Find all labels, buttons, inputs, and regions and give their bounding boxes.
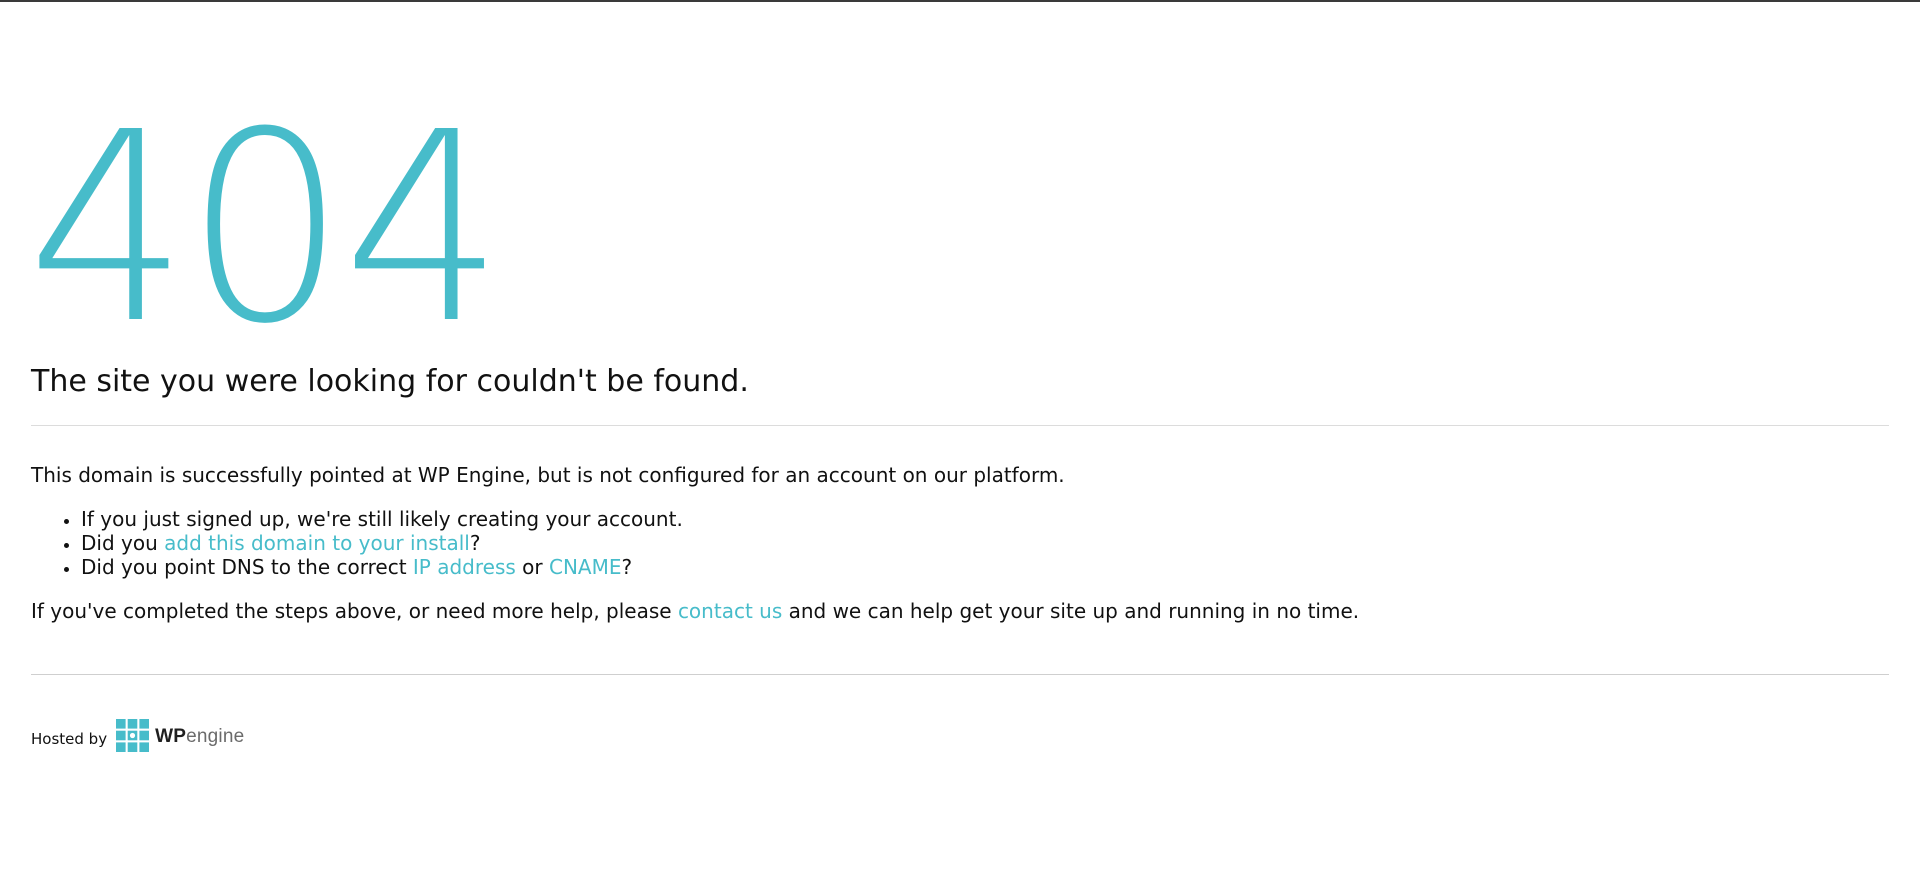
list-item-prefix: Did you point DNS to the correct [81, 555, 413, 579]
closing-prefix: If you've completed the steps above, or … [31, 599, 678, 623]
wpengine-wordmark: WPengine [155, 726, 244, 748]
list-item-suffix: ? [469, 531, 481, 555]
list-item-suffix: ? [621, 555, 633, 579]
add-domain-link[interactable]: add this domain to your install [164, 531, 470, 555]
list-item: Did you add this domain to your install? [81, 531, 683, 555]
list-item-prefix: Did you [81, 531, 165, 555]
closing-paragraph: If you've completed the steps above, or … [31, 599, 1359, 623]
hosted-by-label: Hosted by [31, 730, 108, 748]
footer: Hosted by WPengine [31, 718, 244, 756]
contact-us-link[interactable]: contact us [678, 599, 782, 623]
list-item: If you just signed up, we're still likel… [81, 507, 683, 531]
lead-paragraph: This domain is successfully pointed at W… [31, 463, 1065, 487]
wpengine-logo-link[interactable]: WPengine [116, 718, 244, 756]
top-border [0, 0, 1920, 2]
cname-link[interactable]: CNAME [549, 555, 622, 579]
ip-address-link[interactable]: IP address [413, 555, 516, 579]
wordmark-wp: WP [155, 726, 187, 747]
divider-top [31, 425, 1889, 426]
closing-suffix: and we can help get your site up and run… [782, 599, 1360, 623]
troubleshooting-list: If you just signed up, we're still likel… [31, 507, 683, 579]
page-title: The site you were looking for couldn't b… [31, 364, 749, 399]
wordmark-engine: engine [186, 726, 245, 747]
list-item-middle: or [515, 555, 549, 579]
list-item-text: If you just signed up, we're still likel… [81, 507, 683, 531]
divider-bottom [31, 674, 1889, 675]
list-item: Did you point DNS to the correct IP addr… [81, 555, 683, 579]
error-code: 404 [27, 76, 504, 381]
wpengine-grid-logo-icon [116, 718, 150, 756]
